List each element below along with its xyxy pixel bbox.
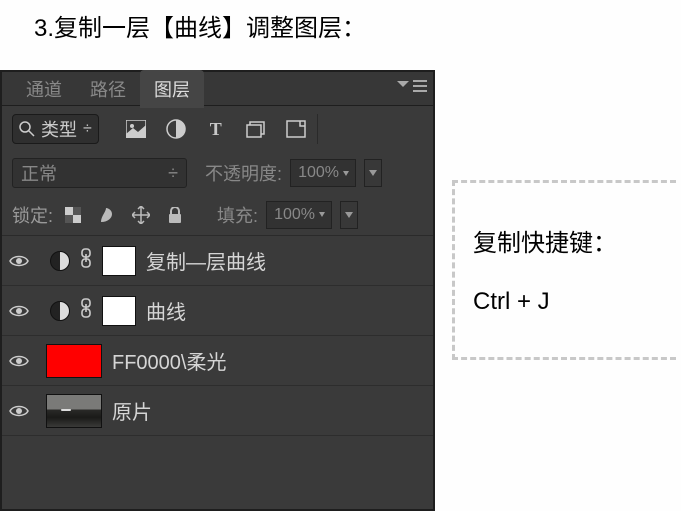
layer-thumb-photo[interactable]: [46, 394, 102, 428]
layer-item-original[interactable]: 原片: [2, 386, 433, 436]
visibility-toggle[interactable]: [8, 300, 30, 322]
layer-mask-thumb[interactable]: [102, 296, 136, 326]
filter-pixel-icon[interactable]: [125, 118, 147, 140]
lock-all-icon[interactable]: [165, 205, 185, 225]
blend-row: 正常 ÷ 不透明度: 100%: [2, 152, 433, 194]
visibility-toggle[interactable]: [8, 350, 30, 372]
filter-kind-dropdown[interactable]: 类型 ÷: [12, 114, 99, 144]
lock-label: 锁定:: [12, 202, 53, 228]
panel-menu-button[interactable]: [397, 80, 427, 92]
adjustment-layer-icon: [50, 251, 70, 271]
fill-input[interactable]: 100%: [266, 201, 332, 229]
filter-type-text-icon[interactable]: T: [205, 118, 227, 140]
layer-name: 曲线: [146, 296, 186, 325]
search-icon: [19, 121, 35, 137]
opacity-dropdown-button[interactable]: [364, 159, 382, 187]
blend-mode-value: 正常: [21, 160, 57, 186]
tab-paths[interactable]: 路径: [76, 70, 140, 108]
lock-row: 锁定: 填充: 100%: [2, 194, 433, 236]
step-title: 3.复制一层【曲线】调整图层：: [34, 8, 366, 43]
filter-type-icons: T: [125, 118, 307, 140]
chevron-down-icon: [319, 212, 325, 217]
tab-layers[interactable]: 图层: [140, 70, 204, 108]
menu-caret-icon: [397, 81, 411, 91]
lock-transparency-icon[interactable]: [63, 205, 83, 225]
fill-dropdown-button[interactable]: [340, 201, 358, 229]
annotation-line2: Ctrl + J: [473, 273, 658, 331]
layer-name: 原片: [112, 396, 152, 425]
filter-adjustment-icon[interactable]: [165, 118, 187, 140]
visibility-toggle[interactable]: [8, 400, 30, 422]
visibility-toggle[interactable]: [8, 250, 30, 272]
chevron-down-icon: [343, 171, 349, 176]
opacity-input[interactable]: 100%: [290, 159, 356, 187]
blend-mode-dropdown[interactable]: 正常 ÷: [12, 158, 187, 188]
layer-mask-thumb[interactable]: [102, 246, 136, 276]
fill-value: 100%: [274, 206, 315, 224]
layer-item-curves[interactable]: 曲线: [2, 286, 433, 336]
filter-kind-label: 类型: [41, 116, 77, 142]
layer-filter-row: 类型 ÷ T: [2, 106, 433, 152]
filter-smartobject-icon[interactable]: [285, 118, 307, 140]
hamburger-icon: [413, 80, 427, 92]
layer-item-curves-copy[interactable]: 复制—层曲线: [2, 236, 433, 286]
adjustment-layer-icon: [50, 301, 70, 321]
layers-list: 复制—层曲线 曲线 FF0000\柔光 原片: [2, 236, 433, 436]
layer-name: 复制—层曲线: [146, 246, 266, 275]
opacity-label: 不透明度:: [205, 160, 282, 186]
tab-channels[interactable]: 通道: [12, 70, 76, 108]
chevron-down-icon: [345, 212, 353, 218]
lock-position-icon[interactable]: [131, 205, 151, 225]
link-icon: [80, 248, 92, 273]
layers-panel: 通道 路径 图层 类型 ÷ T: [0, 70, 435, 511]
layer-item-color-fill[interactable]: FF0000\柔光: [2, 336, 433, 386]
link-icon: [80, 298, 92, 323]
opacity-value: 100%: [298, 164, 339, 182]
lock-icons: [63, 205, 185, 225]
divider: [317, 114, 318, 144]
lock-image-icon[interactable]: [97, 205, 117, 225]
panel-tabs: 通道 路径 图层: [2, 72, 433, 106]
layer-name: FF0000\柔光: [112, 346, 226, 375]
fill-label: 填充:: [217, 202, 258, 228]
filter-shape-icon[interactable]: [245, 118, 267, 140]
layer-thumb-red[interactable]: [46, 344, 102, 378]
annotation-line1: 复制快捷键：: [473, 215, 658, 273]
chevron-down-icon: [369, 170, 377, 176]
annotation-box: 复制快捷键： Ctrl + J: [452, 180, 676, 360]
